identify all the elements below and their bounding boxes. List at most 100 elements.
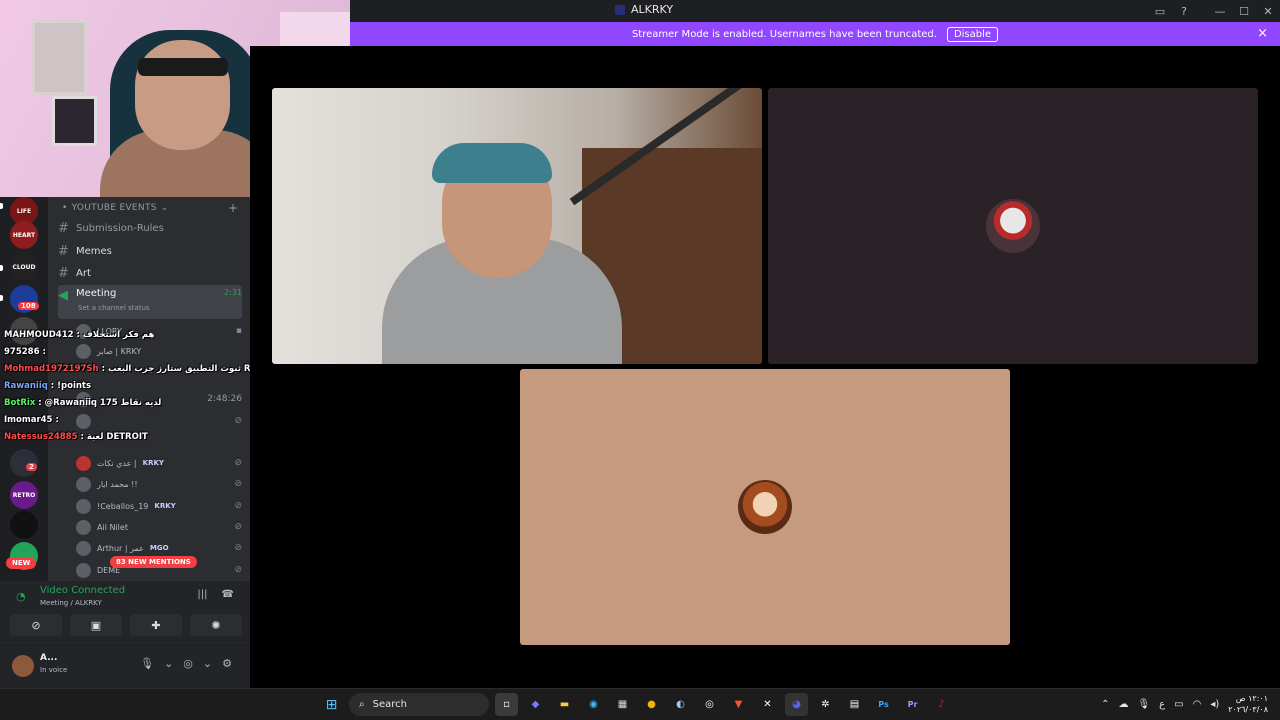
screen-share-button[interactable]: ▣ (70, 614, 122, 636)
clock-time: ١٢:٠١ ص (1235, 694, 1268, 703)
chevron-down-icon[interactable]: ⌄ (164, 657, 173, 670)
system-tray: ⌃ ☁ 🎙 ع ▭ ◠ ◂) ١٢:٠١ ص ٢٠٢٦/٠٣/٠٨ (1101, 693, 1268, 715)
channel-art[interactable]: # Art (58, 263, 242, 283)
channel-name: Meeting (76, 288, 117, 299)
discord-icon[interactable]: ◕ (785, 693, 808, 716)
search-icon: ⌕ (359, 699, 365, 710)
steam-icon[interactable]: ◐ (669, 693, 692, 716)
chat-message: 975286 : (4, 347, 46, 357)
minimize-button[interactable]: — (1208, 0, 1232, 22)
camera-off-button[interactable]: ⊘ (10, 614, 62, 636)
new-unreads-badge[interactable]: NEW (6, 557, 37, 569)
chrome-icon[interactable]: ● (640, 693, 663, 716)
display-icon[interactable]: ▭ (1174, 699, 1183, 710)
voice-user-name: محمد ايار !! (97, 479, 138, 489)
title-bar: ALKRKY ▭ ? — ☐ ✕ (350, 0, 1280, 22)
deafened-icon: ⊘ (234, 479, 242, 489)
voice-user[interactable]: Arthur | عمر MGO ⊘ (76, 538, 242, 558)
file-explorer-icon[interactable]: ▬ (553, 693, 576, 716)
screen: ALKRKY ▭ ? — ☐ ✕ Streamer Mode is enable… (0, 0, 1280, 720)
voice-user[interactable]: صابر | KRKY (76, 341, 242, 361)
chat-message: Natessus24885 : لعبة DETROIT (4, 432, 148, 442)
chat-username: Natessus24885 (4, 432, 78, 442)
volume-icon[interactable]: ◂) (1210, 699, 1219, 710)
inbox-icon[interactable]: ▭ (1148, 0, 1172, 22)
task-view-icon[interactable]: ▫ (495, 693, 518, 716)
voice-user[interactable]: عدي نكات | KRKY ⊘ (76, 453, 242, 473)
avatar (76, 343, 91, 359)
voice-user[interactable]: Ail Nilet ⊘ (76, 517, 242, 537)
windows-start-icon[interactable]: ⊞ (320, 693, 343, 716)
hash-icon: # (58, 265, 69, 281)
chevron-down-icon[interactable]: ⌄ (203, 657, 212, 670)
server-icon-black[interactable] (10, 511, 38, 539)
chatgpt-icon[interactable]: ✲ (814, 693, 837, 716)
video-tile-avatar[interactable] (520, 369, 1010, 645)
wifi-icon[interactable]: ◠ (1193, 699, 1202, 710)
add-channel-icon[interactable]: + (228, 201, 238, 215)
chat-username: Rawaniiq (4, 381, 48, 391)
taskbar-clock[interactable]: ١٢:٠١ ص ٢٠٢٦/٠٣/٠٨ (1228, 693, 1268, 715)
chevron-up-icon[interactable]: ⌃ (1101, 699, 1109, 710)
category-header[interactable]: • YOUTUBE EVENTS ⌄ (62, 203, 169, 213)
video-tile-avatar[interactable] (768, 88, 1258, 364)
microphone-icon[interactable]: 🎙 (140, 657, 154, 670)
voice-user[interactable]: !Ceballos_19 KRKY ⊘ (76, 496, 242, 516)
server-icon-heart[interactable]: HEART (10, 221, 38, 249)
channel-submission-rules[interactable]: # Submission-Rules (58, 218, 242, 238)
voice-connection-panel: ◔ Video Connected Meeting / ALKRKY ||| ☎… (0, 581, 250, 688)
settings-gear-icon[interactable]: ⚙ (222, 657, 232, 670)
obs-icon[interactable]: ◎ (698, 693, 721, 716)
user-tag: KRKY (142, 459, 164, 467)
premiere-icon[interactable]: Pr (901, 693, 924, 716)
speaker-icon: ◀ (58, 288, 68, 303)
set-channel-status[interactable]: Set a channel status (78, 304, 150, 312)
headphones-icon[interactable]: ◎ (183, 657, 193, 670)
title-bar-controls: ▭ ? — ☐ ✕ (1148, 0, 1280, 22)
voice-user[interactable]: محمد ايار !! ⊘ (76, 474, 242, 494)
language-indicator[interactable]: ع (1159, 699, 1165, 710)
microphone-icon[interactable]: 🎙 (1137, 699, 1150, 710)
banner-close-icon[interactable]: × (1257, 26, 1268, 41)
capcut-icon[interactable]: ✕ (756, 693, 779, 716)
avatar (76, 476, 91, 492)
photoshop-icon[interactable]: Ps (872, 693, 895, 716)
participant-avatar (738, 480, 792, 534)
signal-icon[interactable]: ◔ (16, 590, 26, 603)
video-tile-camera[interactable] (272, 88, 762, 364)
server-icon-retro[interactable]: RETRO (10, 481, 38, 509)
activities-button[interactable]: ✚ (130, 614, 182, 636)
banner-message: Streamer Mode is enabled. Usernames have… (631, 28, 937, 40)
snipping-tool-icon[interactable]: ▤ (843, 693, 866, 716)
help-icon[interactable]: ? (1172, 0, 1196, 22)
user-name[interactable]: A... (40, 653, 57, 663)
deafened-icon: ⊘ (234, 501, 242, 511)
copilot-icon[interactable]: ◆ (524, 693, 547, 716)
close-window-button[interactable]: ✕ (1256, 0, 1280, 22)
edge-icon[interactable]: ◉ (582, 693, 605, 716)
voice-location[interactable]: Meeting / ALKRKY (40, 599, 102, 607)
maximize-button[interactable]: ☐ (1232, 0, 1256, 22)
streamer-face (135, 40, 230, 150)
store-icon[interactable]: ▦ (611, 693, 634, 716)
taskbar-search[interactable]: ⌕ Search (349, 693, 489, 716)
voice-user-name: !Ceballos_19 (97, 501, 149, 511)
avatar[interactable] (12, 655, 34, 677)
noise-suppression-icon[interactable]: ||| (197, 589, 207, 600)
deafened-icon: ⊘ (234, 543, 242, 553)
new-mentions-button[interactable]: 83 NEW MENTIONS (110, 556, 197, 568)
tiktok-icon[interactable]: ♪ (930, 693, 953, 716)
user-area: A... In voice 🎙 ⌄ ◎ ⌄ ⚙ (0, 645, 250, 688)
voice-user[interactable]: ⊘ (76, 411, 242, 431)
channel-memes[interactable]: # Memes (58, 241, 242, 261)
disable-streamer-mode-button[interactable]: Disable (946, 26, 999, 42)
server-mention-badge-2: 2 (26, 463, 37, 471)
server-icon-cloud[interactable]: CLOUD (10, 253, 38, 281)
soundboard-button[interactable]: ✺ (190, 614, 242, 636)
voice-status[interactable]: Video Connected (40, 585, 125, 596)
brave-icon[interactable]: ▼ (727, 693, 750, 716)
cloud-icon[interactable]: ☁ (1118, 699, 1128, 710)
taskbar-apps: ⊞ ⌕ Search ▫ ◆ ▬ ◉ ▦ ● ◐ ◎ ▼ ✕ ◕ ✲ ▤ Ps … (320, 693, 953, 716)
disconnect-icon[interactable]: ☎ (222, 589, 234, 600)
voice-channel-meeting[interactable]: ◀ Meeting 2:31 Set a channel status (58, 285, 242, 319)
